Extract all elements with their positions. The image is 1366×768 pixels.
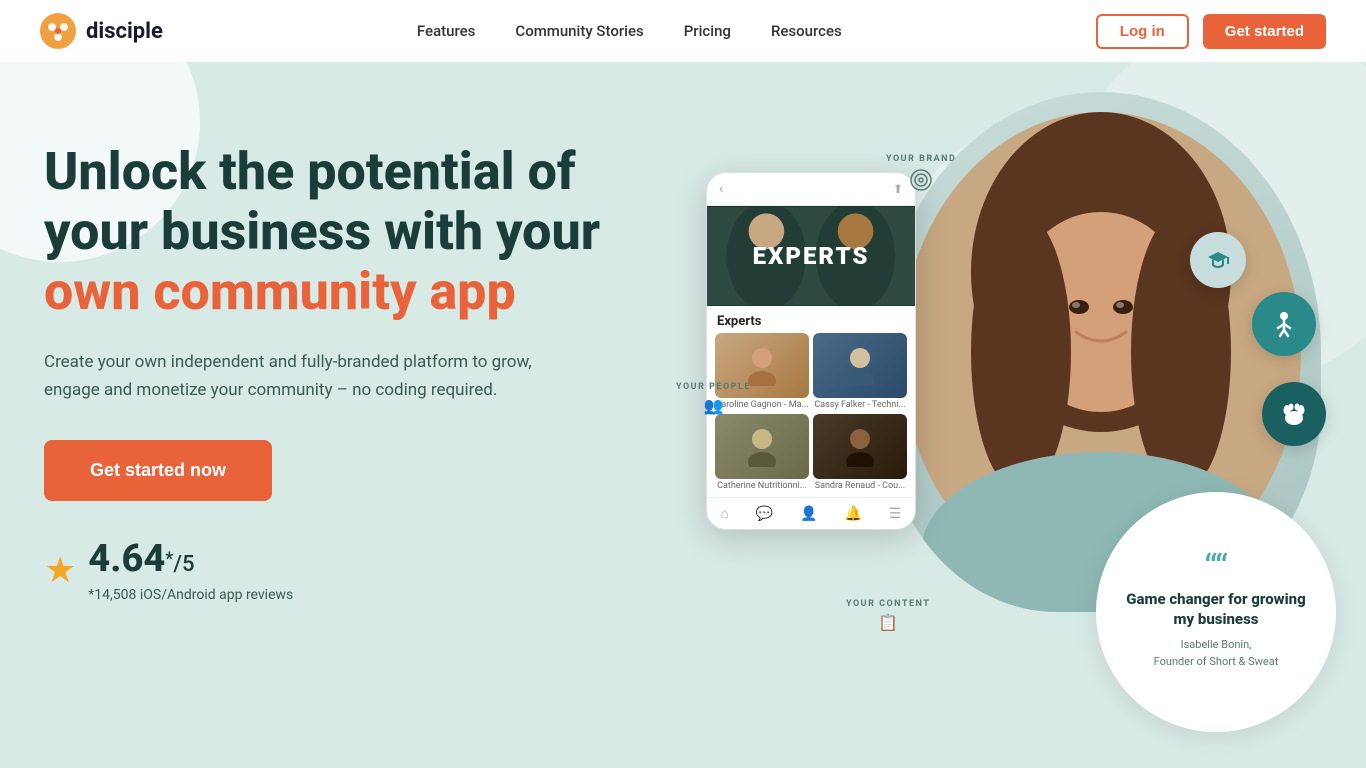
phone-card-3-name: Catherine Nutritionni... [715, 481, 809, 491]
phone-nav-chat: 💬 [756, 506, 773, 522]
label-brand-text: YOUR BRAND [886, 154, 956, 164]
get-started-hero-button[interactable]: Get started now [44, 440, 272, 501]
phone-nav-bell: 🔔 [845, 506, 862, 522]
label-your-brand: YOUR BRAND [886, 154, 956, 196]
label-your-content: YOUR CONTENT 📋 [846, 599, 930, 632]
cap-icon-float [1190, 232, 1246, 288]
quote-mark: ““ [1204, 554, 1228, 583]
logo-icon [40, 13, 76, 49]
label-people-text: YOUR PEOPLE [676, 382, 751, 392]
testimonial-bubble: ““ Game changer for growing my business … [1096, 492, 1336, 732]
rating-row: ★ 4.64*/5 *14,508 iOS/Android app review… [44, 537, 684, 603]
phone-banner-text: EXPERTS [753, 242, 870, 270]
phone-card-2-name: Cassy Falker - Techni... [813, 400, 907, 410]
phone-card-2-img [813, 333, 907, 398]
testimonial-text: Game changer for growing my business [1120, 590, 1312, 629]
rating-denom: /5 [173, 552, 194, 577]
phone-mockup: ‹ ⬆ EXPERTS Experts [706, 172, 916, 530]
rating-value: 4.64 [88, 537, 165, 581]
hero-heading: Unlock the potential of your business wi… [44, 142, 684, 321]
phone-card-4: Sandra Renaud - Cou... [813, 414, 907, 491]
label-your-people: YOUR PEOPLE 👥 [676, 382, 751, 415]
document-icon: 📋 [878, 613, 898, 632]
phone-back-icon: ‹ [719, 181, 723, 197]
phone-card-2: Cassy Falker - Techni... [813, 333, 907, 410]
header-actions: Log in Get started [1096, 14, 1326, 49]
logo[interactable]: disciple [40, 13, 163, 49]
label-content-text: YOUR CONTENT [846, 599, 930, 609]
star-icon: ★ [44, 549, 76, 591]
paws-icon-float [1262, 382, 1326, 446]
phone-cards-grid: Caroline Gagnon - Ma... Cassy Falker - T… [707, 333, 915, 497]
phone-card-4-img [813, 414, 907, 479]
logo-text: disciple [86, 19, 163, 44]
hero-heading-accent: own community app [44, 261, 516, 322]
phone-header: ‹ ⬆ [707, 173, 915, 206]
nav-pricing[interactable]: Pricing [684, 22, 731, 40]
phone-card-4-name: Sandra Renaud - Cou... [813, 481, 907, 491]
hero-section: Unlock the potential of your business wi… [0, 62, 1366, 768]
login-button[interactable]: Log in [1096, 14, 1189, 49]
nav-community-stories[interactable]: Community Stories [515, 22, 643, 40]
header: disciple Features Community Stories Pric… [0, 0, 1366, 62]
phone-nav: ⌂ 💬 👤 🔔 ☰ [707, 497, 915, 529]
hero-heading-line2: your business with your [44, 201, 600, 262]
phone-nav-home: ⌂ [720, 505, 728, 522]
phone-card-3-img [715, 414, 809, 479]
people-icon: 👥 [703, 396, 723, 415]
hero-right: ‹ ⬆ EXPERTS Experts [666, 92, 1366, 768]
main-nav: Features Community Stories Pricing Resou… [417, 22, 842, 40]
fingerprint-icon [909, 168, 933, 196]
rating-reviews: *14,508 iOS/Android app reviews [88, 587, 293, 603]
yoga-icon-float [1252, 292, 1316, 356]
testimonial-author: Isabelle Bonin, Founder of Short & Sweat [1154, 637, 1279, 670]
phone-section-title: Experts [707, 306, 915, 333]
nav-features[interactable]: Features [417, 22, 475, 40]
phone-nav-menu: ☰ [889, 506, 902, 522]
rating-block: 4.64*/5 *14,508 iOS/Android app reviews [88, 537, 293, 603]
phone-card-3: Catherine Nutritionni... [715, 414, 809, 491]
hero-heading-line1: Unlock the potential of [44, 141, 576, 202]
nav-resources[interactable]: Resources [771, 22, 842, 40]
phone-nav-profile: 👤 [800, 506, 817, 522]
hero-subtext: Create your own independent and fully-br… [44, 349, 584, 403]
hero-left: Unlock the potential of your business wi… [44, 142, 684, 603]
get-started-header-button[interactable]: Get started [1203, 14, 1326, 49]
phone-banner: EXPERTS [707, 206, 915, 306]
